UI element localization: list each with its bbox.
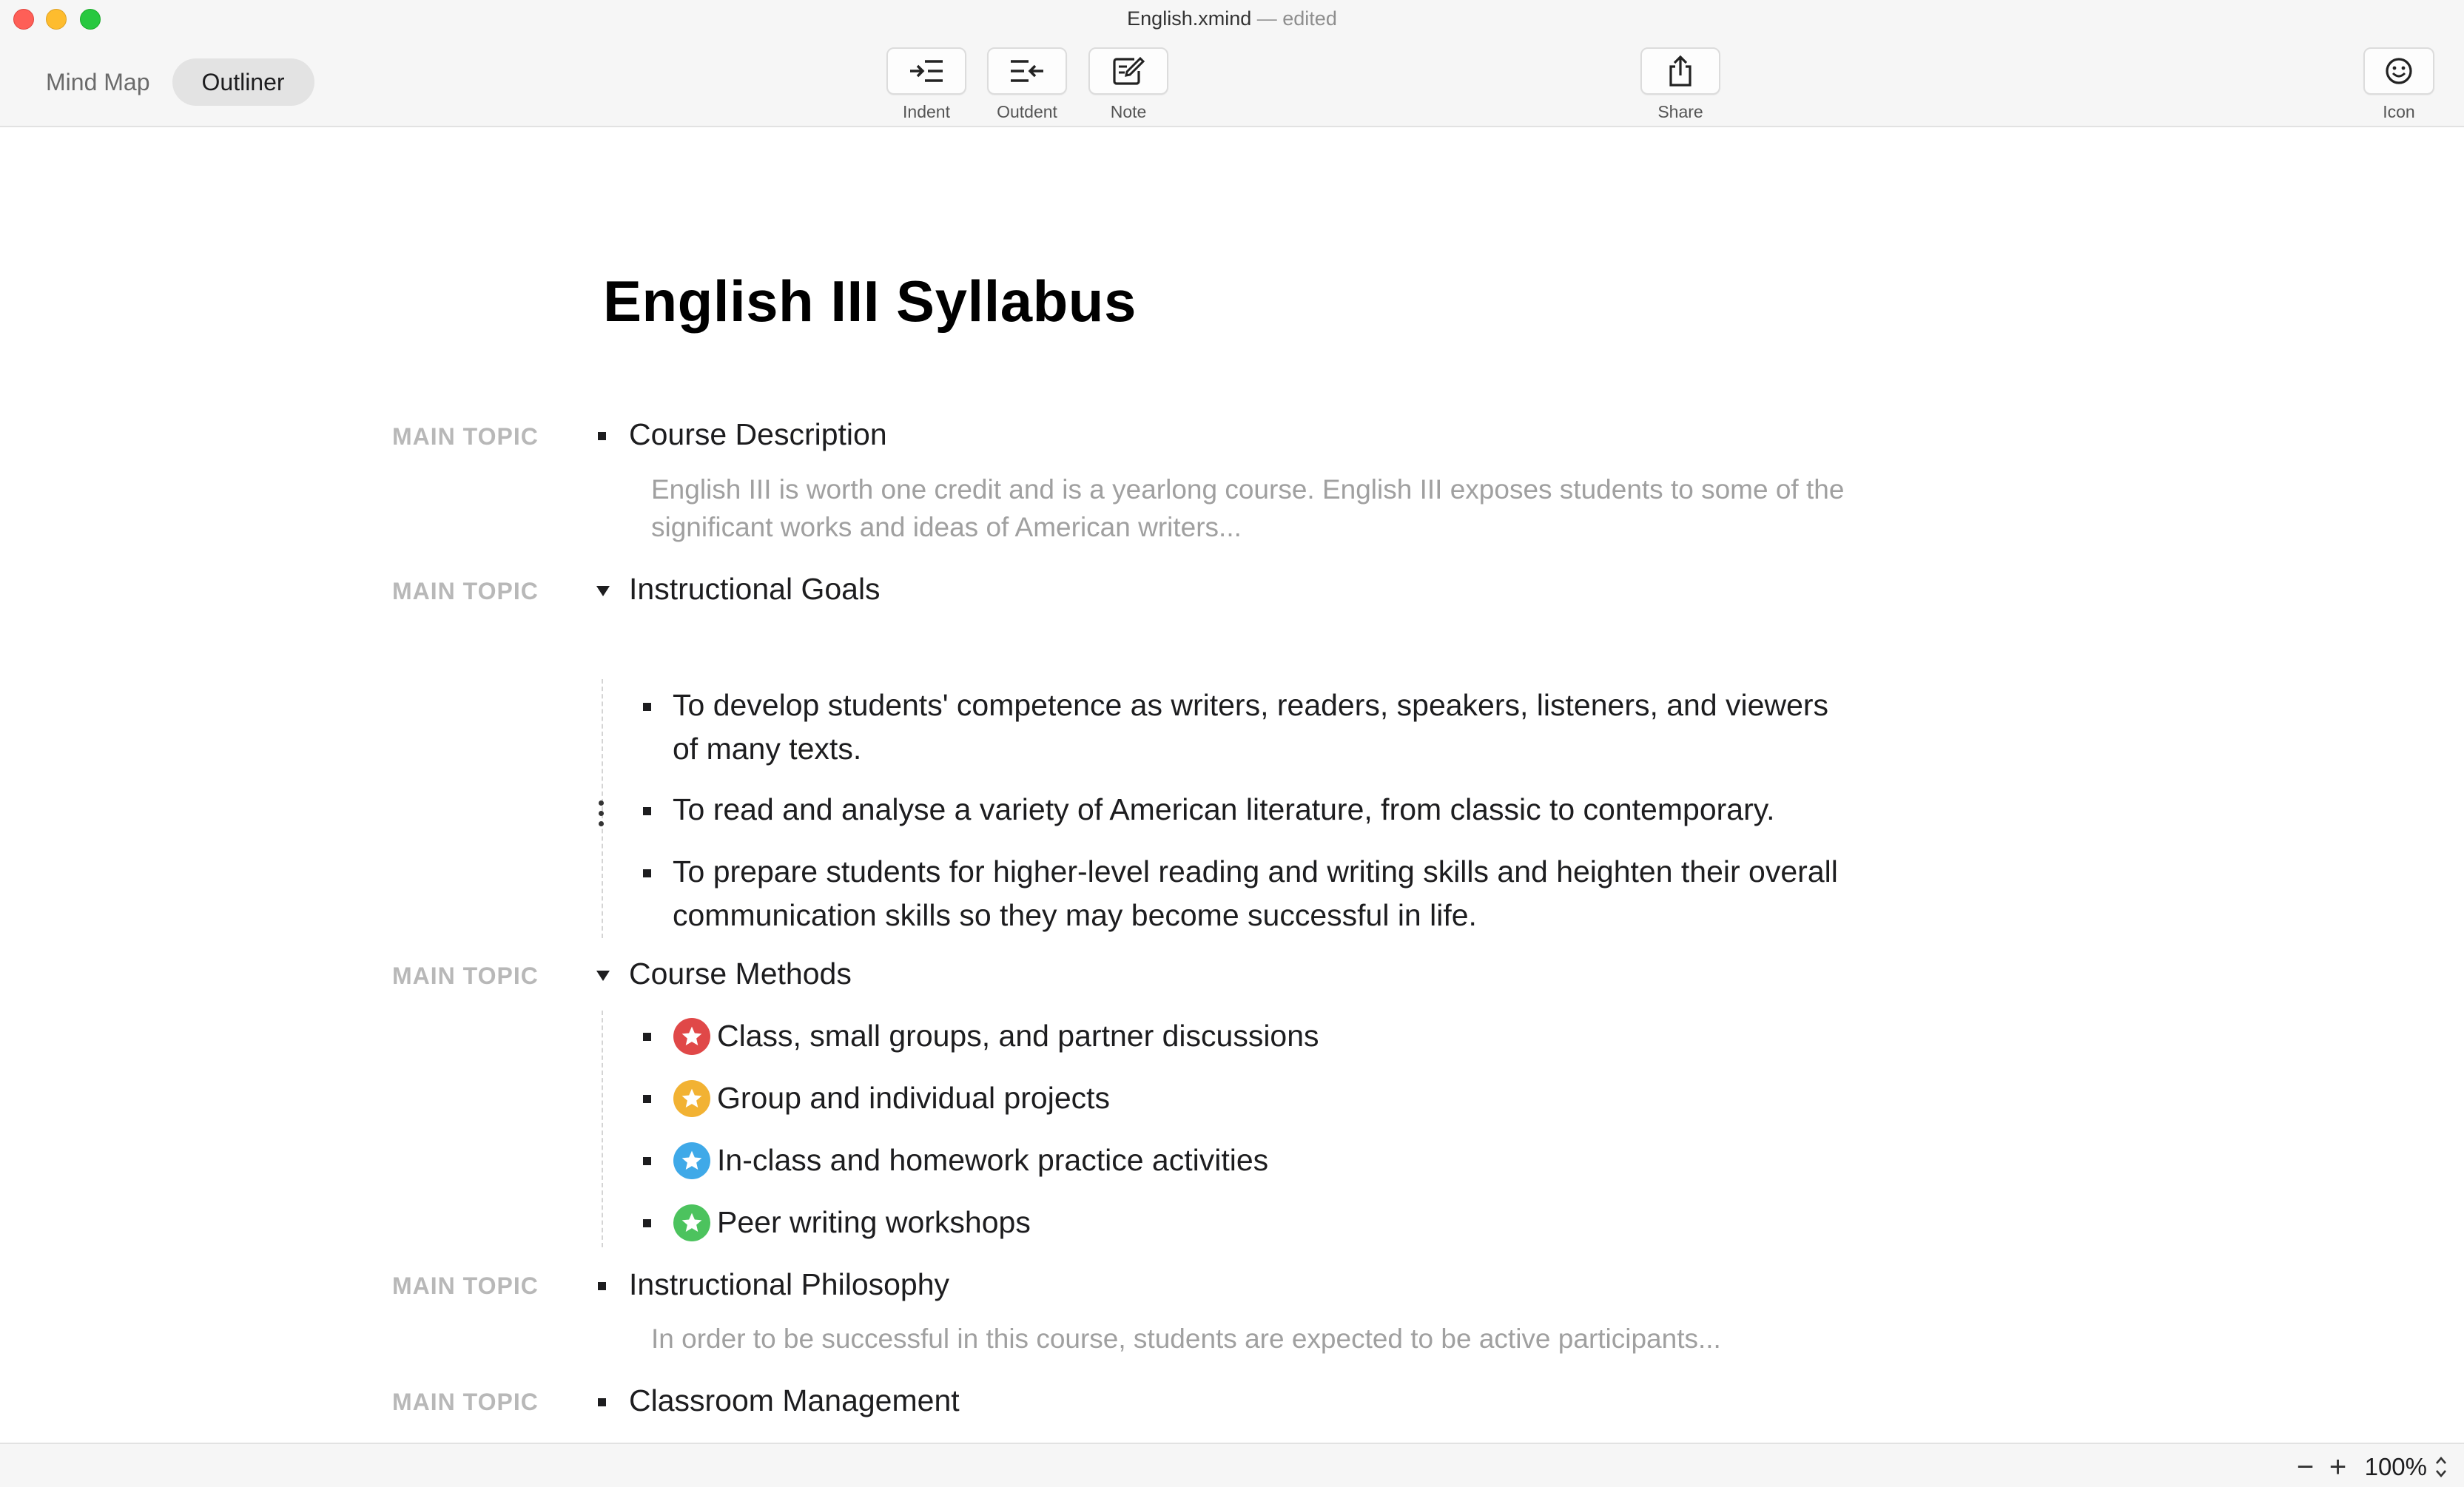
outliner-view-button[interactable]: Outliner [172,58,314,106]
collapse-triangle-icon[interactable] [596,586,610,596]
subtopic-line: To develop students' competence as write… [673,688,1829,722]
subtopic-method[interactable]: Class, small groups, and partner discuss… [717,1014,1901,1058]
note-edit-icon [1113,56,1145,85]
topic-note[interactable]: In order to be successful in this course… [651,1320,1909,1358]
window-edited-status: edited [1282,7,1337,30]
share-tool: Share [1640,47,1720,122]
topic-classroom-management[interactable]: Classroom Management [629,1383,960,1418]
view-switcher: Mind Map Outliner [27,58,314,107]
topic-note[interactable]: English III is worth one credit and is a… [651,471,1909,546]
subtopic-bullet[interactable] [643,703,651,711]
document-title[interactable]: English III Syllabus [603,268,1137,335]
orange-star-icon[interactable] [673,1080,710,1117]
zoom-control: − + 100% [2289,1450,2448,1484]
collapse-triangle-icon[interactable] [596,971,610,981]
subtopic-line: To prepare students for higher-level rea… [673,854,1838,889]
topic-bullet[interactable] [598,1282,606,1290]
subtopic-goal[interactable]: To develop students' competence as write… [673,684,1857,771]
subtopic-bullet[interactable] [643,869,651,877]
note-tool: Note [1088,47,1168,122]
zoom-level[interactable]: 100% [2365,1453,2427,1481]
titlebar: English.xmind — edited Mind Map Outliner… [0,0,2464,127]
icon-button[interactable] [2363,47,2434,95]
main-topic-tag: MAIN TOPIC [392,1389,539,1415]
subtopic-goal[interactable]: To prepare students for higher-level rea… [673,850,1857,937]
note-line: English III is worth one credit and is a… [651,474,1845,505]
outdent-icon [1011,60,1043,82]
main-topic-tag: MAIN TOPIC [392,962,539,989]
subtopic-method[interactable]: Peer writing workshops [717,1201,1901,1244]
subtopic-guide-line [602,1011,603,1247]
icon-label: Icon [2383,102,2415,121]
subtopic-bullet[interactable] [643,807,651,815]
statusbar: − + 100% [0,1443,2464,1487]
indent-tool: Indent [886,47,966,122]
zoom-in-button[interactable]: + [2322,1451,2354,1484]
topic-instructional-goals[interactable]: Instructional Goals [629,572,881,607]
outdent-label: Outdent [997,102,1057,121]
note-line: In order to be successful in this course… [651,1324,1721,1354]
main-topic-tag: MAIN TOPIC [392,423,539,450]
note-line: significant works and ideas of American … [651,512,1242,542]
topic-bullet[interactable] [598,432,606,440]
subtopic-bullet[interactable] [643,1219,651,1227]
icon-tool: Icon [2359,47,2439,122]
topic-instructional-philosophy[interactable]: Instructional Philosophy [629,1267,949,1302]
indent-label: Indent [903,102,950,121]
window-filename: English.xmind [1127,7,1252,30]
share-button[interactable] [1640,47,1720,95]
zoom-out-button[interactable]: − [2289,1451,2322,1484]
topic-bullet[interactable] [598,1398,606,1406]
indent-icon [910,60,943,82]
subtopic-line: communication skills so they may become … [673,898,1477,932]
note-button[interactable] [1088,47,1168,95]
blue-star-icon[interactable] [673,1142,710,1179]
note-label: Note [1110,102,1147,121]
subtopic-bullet[interactable] [643,1095,651,1103]
share-label: Share [1657,102,1703,121]
indent-button[interactable] [886,47,966,95]
red-star-icon[interactable] [673,1018,710,1055]
subtopic-bullet[interactable] [643,1033,651,1041]
outdent-tool: Outdent [987,47,1067,122]
drag-handle-icon[interactable] [599,800,605,832]
mind-map-view-button[interactable]: Mind Map [27,58,169,106]
main-topic-tag: MAIN TOPIC [392,1272,539,1299]
subtopic-bullet[interactable] [643,1157,651,1165]
main-topic-tag: MAIN TOPIC [392,578,539,604]
app-window: English.xmind — edited Mind Map Outliner… [0,0,2464,1487]
topic-course-description[interactable]: Course Description [629,417,887,452]
green-star-icon[interactable] [673,1204,710,1241]
topic-course-methods[interactable]: Course Methods [629,957,852,991]
subtopic-method[interactable]: In-class and homework practice activitie… [717,1139,1901,1182]
subtopic-method[interactable]: Group and individual projects [717,1076,1901,1120]
share-icon [1669,55,1692,87]
outdent-button[interactable] [987,47,1067,95]
smiley-icon [2386,58,2412,84]
subtopic-line: To read and analyse a variety of America… [673,792,1775,826]
zoom-stepper-icon[interactable] [2434,1454,2448,1480]
window-title: English.xmind — edited [0,7,2464,30]
subtopic-goal[interactable]: To read and analyse a variety of America… [673,788,1857,832]
window-title-separator: — [1256,7,1277,30]
subtopic-line: of many texts. [673,732,862,766]
